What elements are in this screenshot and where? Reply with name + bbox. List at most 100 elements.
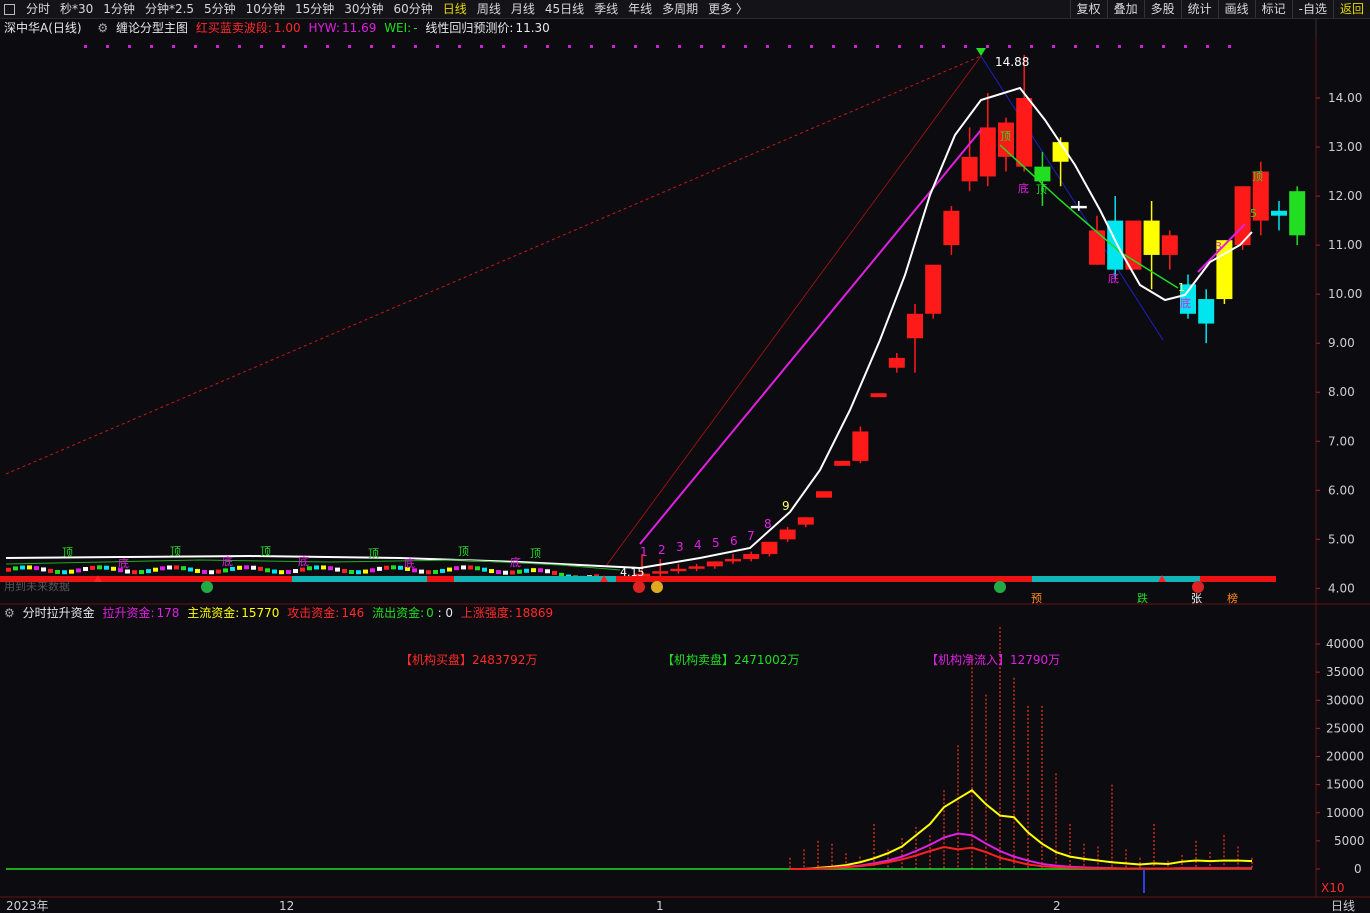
wave-label-0: 1	[640, 545, 648, 559]
x10-label: X10	[1321, 881, 1345, 895]
top-dot	[964, 45, 967, 48]
candle-body-24	[1070, 205, 1087, 209]
early-candle	[76, 568, 81, 573]
early-candle	[209, 570, 214, 575]
wave-label-8: 9	[782, 499, 790, 513]
price-tick-label-9: 13.00	[1328, 140, 1362, 154]
early-candle	[146, 569, 151, 574]
candle-body-28	[1143, 220, 1160, 255]
top-dot	[260, 45, 263, 48]
inst-sell-label: 【机构卖盘】2471002万	[662, 652, 799, 667]
candle-body-25	[1089, 230, 1105, 265]
top-dot	[1206, 45, 1209, 48]
fractal-bottom-6: 底	[1108, 271, 1119, 285]
top-dot	[392, 45, 395, 48]
top-dot	[128, 45, 131, 48]
signal-die: 跌	[1137, 591, 1148, 605]
early-candle	[545, 569, 550, 574]
signal-bar-cyan-1	[454, 576, 616, 582]
early-candle	[216, 569, 221, 574]
early-candle	[531, 568, 536, 573]
early-candle	[139, 570, 144, 575]
fractal-top-7: 顶	[1036, 183, 1047, 196]
early-candle	[377, 566, 382, 571]
early-candle	[195, 568, 200, 573]
early-candle	[251, 565, 256, 570]
early-candle	[475, 566, 480, 571]
vol-tick-label-7: 35000	[1326, 665, 1364, 679]
top-dot	[1162, 45, 1165, 48]
early-candle	[496, 570, 501, 575]
early-candle	[265, 568, 270, 573]
price-tick-label-0: 4.00	[1328, 581, 1355, 595]
top-dot	[480, 45, 483, 48]
top-dot	[106, 45, 109, 48]
early-candle	[286, 570, 291, 575]
top-dot	[304, 45, 307, 48]
top-dot	[84, 45, 87, 48]
x-label-12: 12	[279, 899, 294, 913]
candle-body-18	[961, 156, 978, 182]
candle-body-2	[670, 568, 687, 572]
top-dot	[612, 45, 615, 48]
x-label-2023: 2023年	[6, 899, 49, 913]
signal-yu: 预	[1031, 592, 1042, 605]
early-candle	[363, 569, 368, 574]
early-candle	[83, 567, 88, 572]
early-candle	[440, 568, 445, 573]
candle-body-31	[1198, 299, 1215, 324]
fractal-bottom-1: 底	[222, 554, 233, 568]
chart-canvas[interactable]: 1 2 3 4 5 6 789135顶顶顶顶顶顶顶顶顶底底底底底底底底 4.005.006.…	[0, 0, 1370, 913]
top-dot	[1052, 45, 1055, 48]
early-candle	[370, 568, 375, 573]
early-candle	[237, 565, 242, 570]
early-candle	[468, 565, 473, 570]
early-candle	[517, 569, 522, 574]
candle-body-17	[943, 210, 960, 246]
early-candle	[300, 567, 305, 572]
price-tick-label-4: 8.00	[1328, 385, 1355, 399]
early-candle	[181, 566, 186, 571]
early-candle	[153, 567, 158, 572]
top-dot	[370, 45, 373, 48]
early-candle	[489, 569, 494, 574]
top-dot	[1228, 45, 1231, 48]
early-candle	[419, 569, 424, 574]
top-dot	[678, 45, 681, 48]
top-dot	[986, 45, 989, 48]
early-candle	[314, 565, 319, 570]
early-candle	[258, 566, 263, 571]
top-dot	[436, 45, 439, 48]
x-label-1: 1	[656, 899, 664, 913]
candle-body-5	[725, 558, 741, 562]
price-tick-label-2: 6.00	[1328, 483, 1355, 497]
early-candle	[90, 565, 95, 570]
top-dot	[810, 45, 813, 48]
early-candle	[55, 569, 60, 574]
early-candle	[6, 567, 11, 572]
early-candle	[223, 568, 228, 573]
early-candle	[482, 567, 487, 572]
candle-body-16	[925, 264, 942, 314]
top-dot	[1096, 45, 1099, 48]
signal-bar-cyan-2	[1032, 576, 1200, 582]
signal-bar-cyan-0	[292, 576, 427, 582]
top-dot	[502, 45, 505, 48]
wave-label-7: 8	[764, 517, 772, 531]
early-candle	[510, 570, 515, 575]
early-candle	[202, 569, 207, 574]
early-candle	[34, 566, 39, 571]
early-candle	[188, 567, 193, 572]
x-label-2: 2	[1053, 899, 1061, 913]
early-candle	[328, 566, 333, 571]
top-dot	[1140, 45, 1143, 48]
candle-body-14	[888, 357, 905, 368]
wave-label-2: 3	[676, 540, 684, 554]
top-dot	[458, 45, 461, 48]
fractal-bottom-7: 底	[1180, 296, 1191, 310]
early-candle	[391, 565, 396, 570]
early-candle	[398, 565, 403, 570]
candle-body-13	[870, 393, 887, 398]
signal-bang: 榜	[1227, 591, 1238, 605]
early-candle	[503, 570, 508, 575]
